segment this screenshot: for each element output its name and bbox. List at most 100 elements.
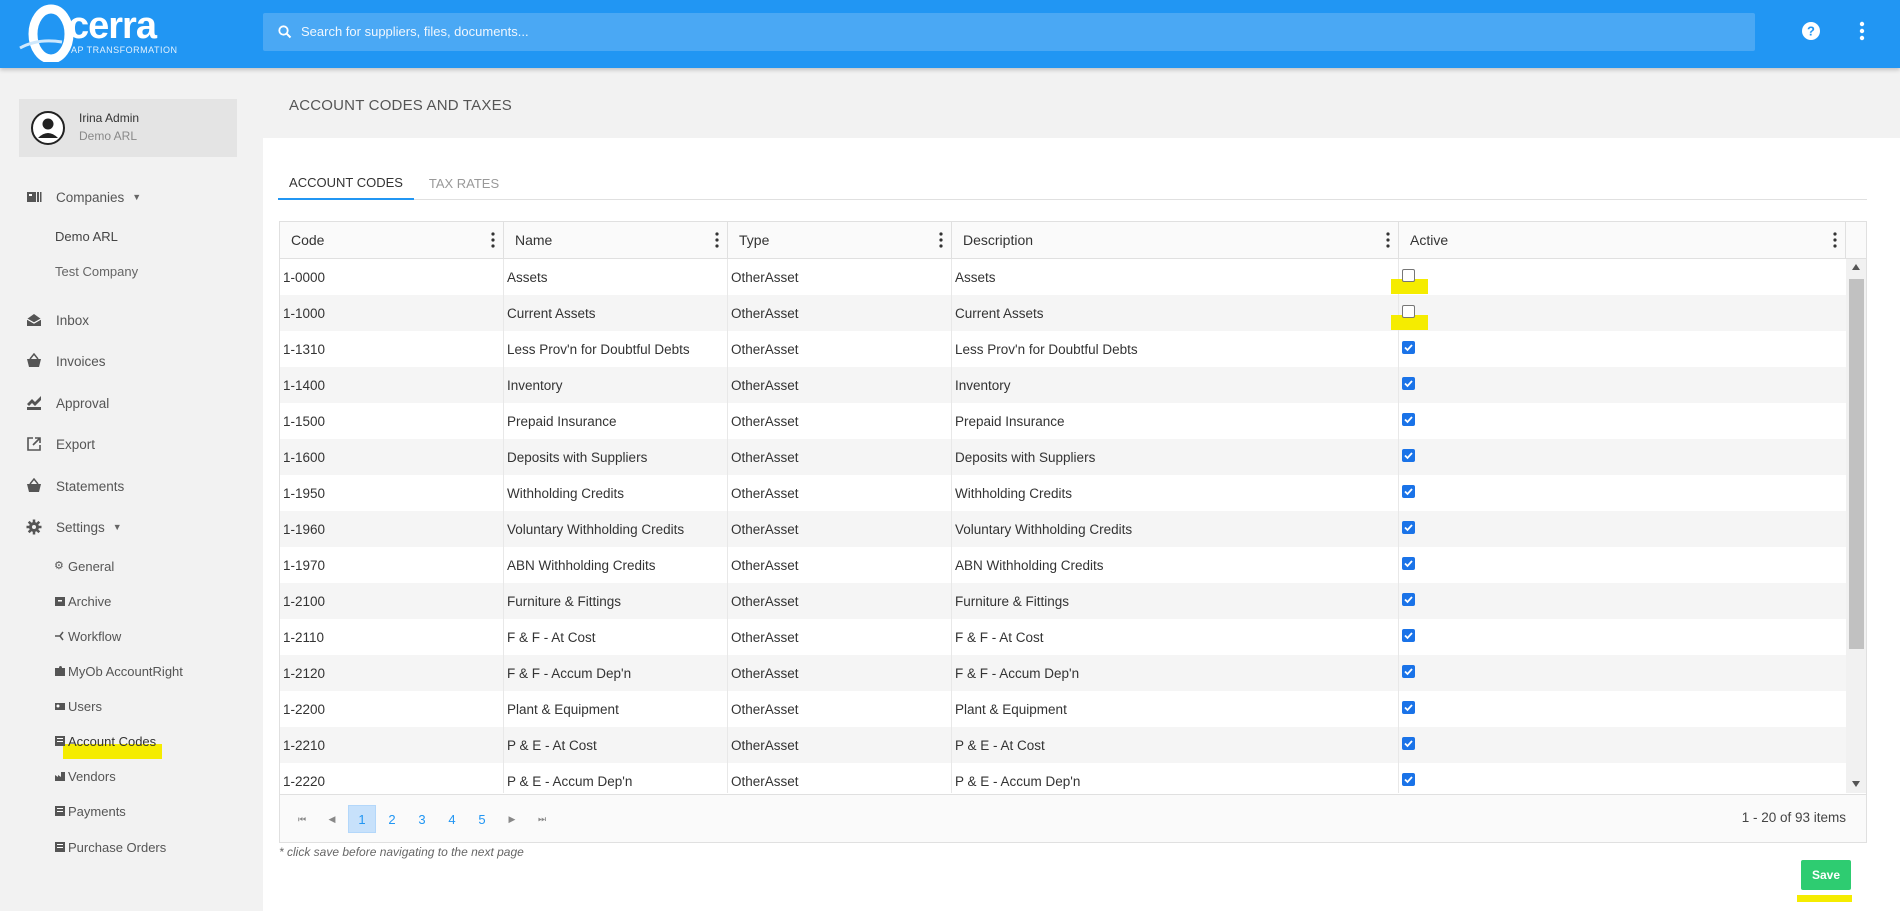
cell-active bbox=[1399, 727, 1846, 763]
settings-item-archive[interactable]: Archive bbox=[54, 591, 111, 611]
settings-item-vendors[interactable]: Vendors bbox=[54, 766, 116, 786]
active-checkbox[interactable] bbox=[1402, 449, 1415, 462]
cell-code: 1-1600 bbox=[280, 439, 504, 475]
settings-item-label: Account Codes bbox=[68, 733, 157, 749]
active-checkbox[interactable] bbox=[1402, 629, 1415, 642]
table-row[interactable]: 1-2110 F & F - At Cost OtherAsset F & F - A… bbox=[280, 619, 1846, 655]
company-item-demo-arl[interactable]: Demo ARL bbox=[55, 226, 118, 246]
first-page-icon[interactable]: ⏮ bbox=[288, 805, 316, 833]
active-checkbox[interactable] bbox=[1402, 485, 1415, 498]
nav-approval[interactable]: Approval bbox=[26, 391, 109, 415]
table-row[interactable]: 1-1950 Withholding Credits OtherAsset Withh… bbox=[280, 475, 1846, 511]
settings-item-workflow[interactable]: Workflow bbox=[54, 626, 121, 646]
nav-export[interactable]: Export bbox=[26, 432, 95, 456]
settings-item-purchase-orders[interactable]: Purchase Orders bbox=[54, 837, 166, 857]
page-button-3[interactable]: 3 bbox=[408, 805, 436, 833]
list-icon bbox=[55, 806, 65, 816]
column-header-name[interactable]: Name bbox=[504, 222, 728, 258]
active-checkbox[interactable] bbox=[1402, 665, 1415, 678]
save-button[interactable]: Save bbox=[1801, 860, 1851, 890]
table-row[interactable]: 1-2200 Plant & Equipment OtherAsset Plant &… bbox=[280, 691, 1846, 727]
settings-item-account-codes[interactable]: Account Codes bbox=[54, 731, 156, 751]
table-row[interactable]: 1-1310 Less Prov'n for Doubtful Debts Othe… bbox=[280, 331, 1846, 367]
grid-scrollbar[interactable] bbox=[1846, 259, 1866, 793]
nav-invoices[interactable]: Invoices bbox=[26, 349, 106, 373]
user-card[interactable]: Irina Admin Demo ARL bbox=[19, 99, 237, 157]
settings-item-users[interactable]: Users bbox=[54, 696, 102, 716]
table-row[interactable]: 1-1600 Deposits with Suppliers OtherAsset D… bbox=[280, 439, 1846, 475]
table-row[interactable]: 1-2220 P & E - Accum Dep'n OtherAsset P & E… bbox=[280, 763, 1846, 793]
active-checkbox[interactable] bbox=[1402, 377, 1415, 390]
table-row[interactable]: 1-2100 Furniture & Fittings OtherAsset Furn… bbox=[280, 583, 1846, 619]
more-vert-icon[interactable] bbox=[1852, 20, 1872, 42]
column-menu-icon[interactable] bbox=[715, 232, 719, 248]
prev-page-icon[interactable]: ◀ bbox=[318, 805, 346, 833]
active-checkbox[interactable] bbox=[1402, 557, 1415, 570]
account-codes-grid: Code Name Type Description Active 1-0000… bbox=[279, 221, 1867, 843]
column-header-type[interactable]: Type bbox=[728, 222, 952, 258]
nav-settings[interactable]: Settings ▼ bbox=[26, 515, 122, 539]
table-row[interactable]: 1-2120 F & F - Accum Dep'n OtherAsset F & F… bbox=[280, 655, 1846, 691]
cell-active bbox=[1399, 475, 1846, 511]
cell-name: F & F - At Cost bbox=[504, 619, 728, 655]
cell-name: Prepaid Insurance bbox=[504, 403, 728, 439]
table-row[interactable]: 1-1970 ABN Withholding Credits OtherAsset A… bbox=[280, 547, 1846, 583]
cell-type: OtherAsset bbox=[728, 691, 952, 727]
logo[interactable]: cerra AP TRANSFORMATION bbox=[18, 4, 188, 62]
gear-icon: ⚙ bbox=[54, 560, 64, 572]
active-checkbox[interactable] bbox=[1402, 773, 1415, 786]
page-button-2[interactable]: 2 bbox=[378, 805, 406, 833]
page-button-4[interactable]: 4 bbox=[438, 805, 466, 833]
active-checkbox[interactable] bbox=[1402, 269, 1415, 282]
active-checkbox[interactable] bbox=[1402, 305, 1415, 318]
settings-item-label: Payments bbox=[68, 803, 126, 819]
table-row[interactable]: 1-1500 Prepaid Insurance OtherAsset Prepaid… bbox=[280, 403, 1846, 439]
active-checkbox[interactable] bbox=[1402, 413, 1415, 426]
nav-companies[interactable]: Companies ▼ bbox=[26, 185, 141, 209]
scroll-down-icon[interactable] bbox=[1852, 781, 1860, 787]
settings-item-myob[interactable]: MyOb AccountRight bbox=[54, 661, 183, 681]
company-item-test-company[interactable]: Test Company bbox=[55, 261, 138, 281]
table-row[interactable]: 1-0000 Assets OtherAsset Assets bbox=[280, 259, 1846, 295]
nav-statements[interactable]: Statements bbox=[26, 474, 124, 498]
settings-item-general[interactable]: ⚙ General bbox=[54, 556, 114, 576]
scroll-up-icon[interactable] bbox=[1852, 264, 1860, 270]
page-button-5[interactable]: 5 bbox=[468, 805, 496, 833]
active-checkbox[interactable] bbox=[1402, 593, 1415, 606]
column-header-description[interactable]: Description bbox=[952, 222, 1399, 258]
table-row[interactable]: 1-1400 Inventory OtherAsset Inventory bbox=[280, 367, 1846, 403]
search-input[interactable]: Search for suppliers, files, documents..… bbox=[263, 13, 1755, 51]
settings-item-payments[interactable]: Payments bbox=[54, 801, 126, 821]
column-menu-icon[interactable] bbox=[939, 232, 943, 248]
scrollbar-thumb[interactable] bbox=[1849, 279, 1864, 649]
column-header-code[interactable]: Code bbox=[280, 222, 504, 258]
cell-description: Furniture & Fittings bbox=[952, 583, 1399, 619]
active-checkbox[interactable] bbox=[1402, 521, 1415, 534]
tab-account-codes[interactable]: ACCOUNT CODES bbox=[278, 166, 414, 200]
cell-code: 1-0000 bbox=[280, 259, 504, 295]
next-page-icon[interactable]: ▶ bbox=[498, 805, 526, 833]
page-button-1[interactable]: 1 bbox=[348, 805, 376, 833]
nav-inbox[interactable]: Inbox bbox=[26, 308, 89, 332]
column-menu-icon[interactable] bbox=[491, 232, 495, 248]
top-bar: cerra AP TRANSFORMATION Search for suppl… bbox=[0, 0, 1900, 68]
cell-type: OtherAsset bbox=[728, 619, 952, 655]
tab-tax-rates[interactable]: TAX RATES bbox=[414, 166, 514, 200]
last-page-icon[interactable]: ⏭ bbox=[528, 805, 556, 833]
cell-name: Deposits with Suppliers bbox=[504, 439, 728, 475]
cell-type: OtherAsset bbox=[728, 727, 952, 763]
help-icon[interactable]: ? bbox=[1801, 21, 1821, 41]
active-checkbox[interactable] bbox=[1402, 737, 1415, 750]
table-row[interactable]: 1-2210 P & E - At Cost OtherAsset P & E - A… bbox=[280, 727, 1846, 763]
table-row[interactable]: 1-1960 Voluntary Withholding Credits Other… bbox=[280, 511, 1846, 547]
column-header-active[interactable]: Active bbox=[1399, 222, 1846, 258]
column-menu-icon[interactable] bbox=[1386, 232, 1390, 248]
gear-icon bbox=[26, 519, 42, 535]
table-row[interactable]: 1-1000 Current Assets OtherAsset Current As… bbox=[280, 295, 1846, 331]
column-menu-icon[interactable] bbox=[1833, 232, 1837, 248]
cell-code: 1-1970 bbox=[280, 547, 504, 583]
active-checkbox[interactable] bbox=[1402, 341, 1415, 354]
active-checkbox[interactable] bbox=[1402, 701, 1415, 714]
check-icon bbox=[1404, 416, 1413, 424]
cell-code: 1-1000 bbox=[280, 295, 504, 331]
